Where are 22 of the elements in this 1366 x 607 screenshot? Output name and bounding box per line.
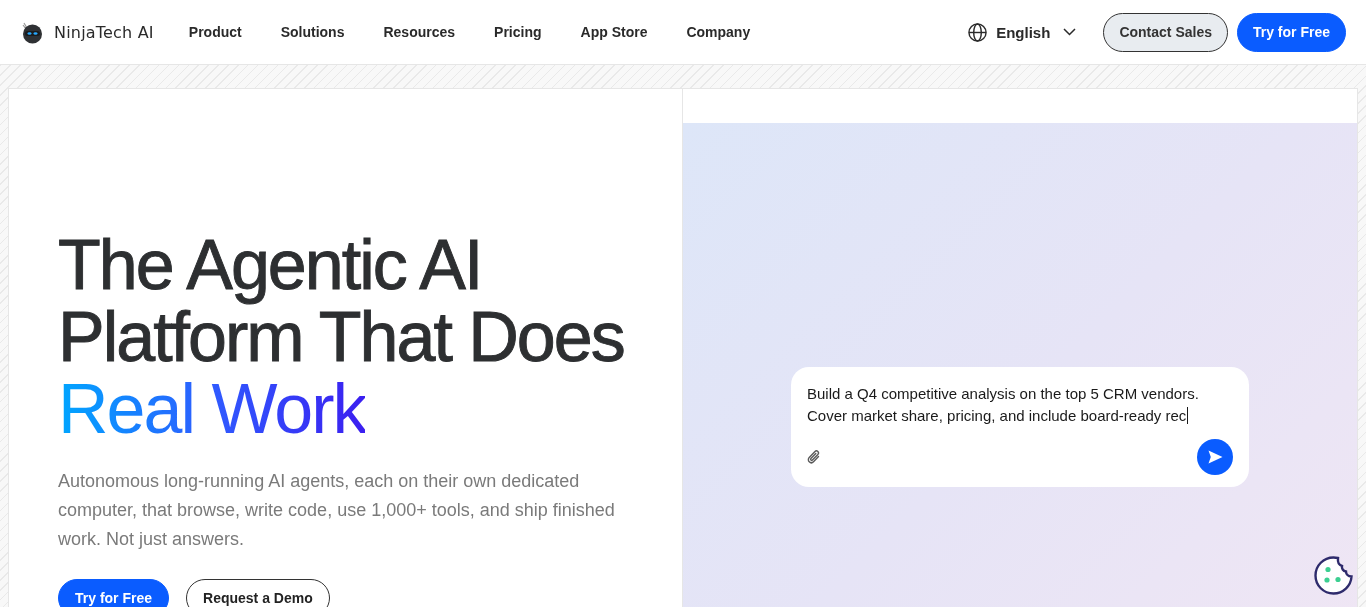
- contact-sales-button[interactable]: Contact Sales: [1103, 12, 1228, 52]
- send-icon: [1207, 450, 1223, 464]
- nav-link[interactable]: Pricing: [494, 24, 542, 40]
- nav-link[interactable]: Solutions: [280, 24, 345, 40]
- hero-heading: The Agentic AI Platform That Does Real Work: [58, 229, 625, 445]
- ninja-head-icon[interactable]: [20, 20, 43, 44]
- request-demo-button[interactable]: Request a Demo: [186, 579, 330, 607]
- cookie-icon[interactable]: [1313, 555, 1354, 596]
- globe-icon: [968, 22, 988, 42]
- chevron-down-icon: [1063, 28, 1077, 36]
- nav-link[interactable]: Company: [686, 24, 751, 40]
- hero-description: Autonomous long-running AI agents, each on their own dedicated computer, that browse, write code, use 1,000+ tools, and ship finished work. Not just answers.: [58, 470, 616, 551]
- brand-name[interactable]: NinjaTech AI: [54, 22, 154, 42]
- nav-link[interactable]: Product: [188, 24, 242, 40]
- paperclip-icon[interactable]: [807, 449, 821, 465]
- nav-link[interactable]: Resources: [383, 24, 456, 40]
- try-free-button[interactable]: Try for Free: [58, 579, 170, 607]
- prompt-input[interactable]: Build a Q4 competitive analysis on the top 5 CRM vendors. Cover market share, pricing, and include board-ready rec: [807, 383, 1233, 427]
- try-free-button[interactable]: Try for Free: [1236, 12, 1346, 52]
- nav-link[interactable]: App Store: [580, 24, 648, 40]
- send-button[interactable]: [1197, 439, 1233, 475]
- language-selector[interactable]: English: [968, 22, 1077, 42]
